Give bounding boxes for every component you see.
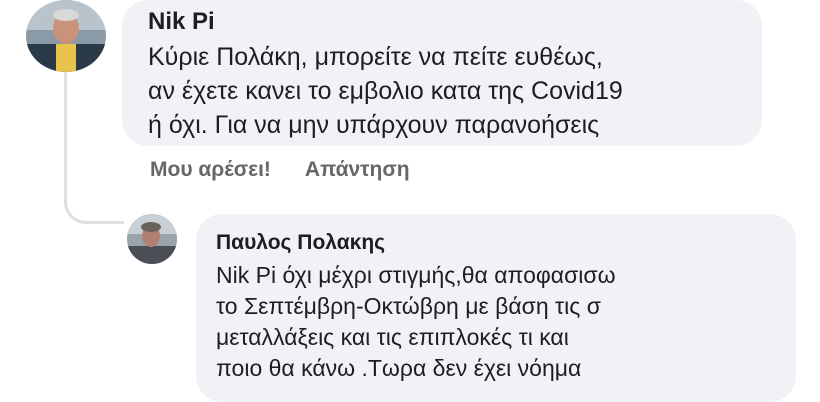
- comment-text-line: αν έχετε κανει το εμβολιο κατα της Covid…: [148, 77, 623, 105]
- reply-text: Nik Pi όχι μέχρι στιγμής,θα αποφασισω το…: [216, 260, 776, 384]
- reply-text-line: Nik Pi όχι μέχρι στιγμής,θα αποφασισω: [216, 262, 616, 288]
- comment-bubble: Nik Pi Κύριε Πολάκη, μπορείτε να πείτε ε…: [122, 0, 762, 146]
- avatar[interactable]: [26, 0, 106, 72]
- user-photo-icon: [127, 214, 177, 264]
- comment-actions: Μου αρέσει! Απάντηση: [150, 158, 410, 182]
- avatar[interactable]: [127, 214, 177, 264]
- reply-button[interactable]: Απάντηση: [305, 158, 410, 182]
- reply-bubble: Παυλος Πολακης Nik Pi όχι μέχρι στιγμής,…: [196, 214, 796, 402]
- reply-text-line: μεταλλάξεις και τις επιπλοκές τι και: [216, 324, 569, 350]
- reply-author[interactable]: Παυλος Πολακης: [216, 230, 776, 256]
- user-photo-icon: [26, 0, 106, 72]
- comment-text-line: ή όχι. Για να μην υπάρχουν παρανοήσεις: [148, 111, 600, 139]
- comment-text: Κύριε Πολάκη, μπορείτε να πείτε ευθέως, …: [148, 40, 738, 142]
- comment-text-line: Κύριε Πολάκη, μπορείτε να πείτε ευθέως,: [148, 43, 603, 71]
- comment-author[interactable]: Nik Pi: [148, 8, 738, 36]
- reply-thread-connector: [64, 66, 124, 224]
- reply-text-line: ποιο θα κάνω .Τωρα δεν έχει νόημα: [216, 355, 582, 381]
- reply-text-line: το Σεπτέμβρη-Οκτώβρη με βάση τις σ: [216, 293, 601, 319]
- like-button[interactable]: Μου αρέσει!: [150, 158, 271, 182]
